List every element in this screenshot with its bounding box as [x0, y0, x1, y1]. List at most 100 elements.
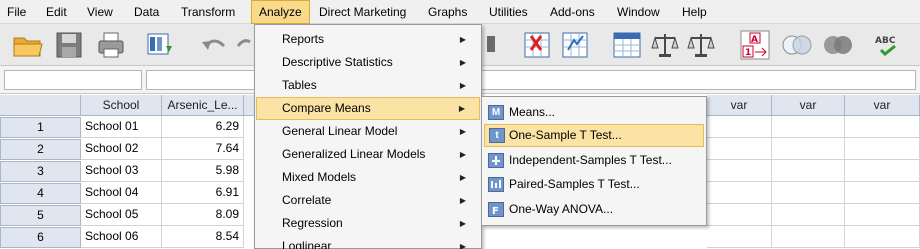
- menu-item-label: Generalized Linear Models: [282, 147, 426, 161]
- table-cell-empty[interactable]: [772, 138, 845, 160]
- spell-check-icon[interactable]: ABC: [873, 30, 903, 60]
- table-cell-arsenic[interactable]: 5.98: [162, 160, 244, 182]
- table-cell-empty[interactable]: [772, 160, 845, 182]
- menu-item-descriptive-statistics[interactable]: Descriptive Statistics ▶: [256, 51, 480, 74]
- menu-item-reports[interactable]: Reports ▶: [256, 28, 480, 51]
- menu-item-independent-samples-t-test[interactable]: Independent-Samples T Test...: [484, 149, 704, 172]
- table-cell-empty[interactable]: [845, 138, 920, 160]
- menu-item-tables[interactable]: Tables ▶: [256, 74, 480, 97]
- menu-help[interactable]: Help: [675, 0, 714, 24]
- value-labels-icon[interactable]: A1: [740, 30, 770, 60]
- row-header[interactable]: 4: [0, 183, 81, 204]
- table-cell-arsenic[interactable]: 8.09: [162, 204, 244, 226]
- menu-item-compare-means[interactable]: Compare Means ▶: [256, 97, 480, 120]
- submenu-arrow-icon: ▶: [459, 150, 466, 159]
- submenu-arrow-icon: ▶: [459, 196, 466, 205]
- menu-window[interactable]: Window: [610, 0, 667, 24]
- table-cell-school[interactable]: School 01: [81, 116, 162, 138]
- menu-item-means[interactable]: M Means...: [484, 101, 704, 124]
- svg-text:ABC: ABC: [875, 36, 896, 46]
- table-cell-empty[interactable]: [772, 204, 845, 226]
- table-cell-empty[interactable]: [845, 160, 920, 182]
- table-cell-empty[interactable]: [707, 226, 772, 248]
- table-cell-school[interactable]: School 03: [81, 160, 162, 182]
- row-header[interactable]: 1: [0, 117, 81, 138]
- save-icon[interactable]: [54, 30, 84, 60]
- row-header[interactable]: 5: [0, 205, 81, 226]
- undo-icon[interactable]: [198, 30, 228, 60]
- table-cell-school[interactable]: School 04: [81, 182, 162, 204]
- table-cell-school[interactable]: School 05: [81, 204, 162, 226]
- print-icon[interactable]: [96, 30, 126, 60]
- svg-text:1: 1: [745, 48, 751, 58]
- table-cell-arsenic[interactable]: 6.91: [162, 182, 244, 204]
- anova-icon: F: [488, 202, 504, 217]
- menu-item-mixed-models[interactable]: Mixed Models ▶: [256, 166, 480, 189]
- menu-item-loglinear[interactable]: Loglinear ▶: [256, 235, 480, 249]
- table-cell-empty[interactable]: [772, 226, 845, 248]
- menu-item-label: General Linear Model: [282, 124, 398, 138]
- menu-file[interactable]: File: [0, 0, 33, 24]
- menu-item-label: Paired-Samples T Test...: [509, 177, 640, 191]
- table-cell-arsenic[interactable]: 6.29: [162, 116, 244, 138]
- row-header[interactable]: 2: [0, 139, 81, 160]
- column-header-school[interactable]: School: [81, 95, 162, 116]
- column-header-var[interactable]: var: [845, 95, 920, 116]
- table-cell-empty[interactable]: [772, 116, 845, 138]
- menu-analyze[interactable]: Analyze: [251, 0, 310, 24]
- submenu-arrow-icon: ▶: [459, 219, 466, 228]
- recall-dialog-icon[interactable]: [146, 30, 176, 60]
- menu-item-label: Correlate: [282, 193, 332, 207]
- menu-utilities[interactable]: Utilities: [482, 0, 535, 24]
- table-cell-empty[interactable]: [707, 160, 772, 182]
- table-cell-empty[interactable]: [845, 226, 920, 248]
- table-cell-empty[interactable]: [707, 138, 772, 160]
- table-cell-school[interactable]: School 02: [81, 138, 162, 160]
- table-cell-empty[interactable]: [845, 116, 920, 138]
- column-header-var[interactable]: var: [772, 95, 845, 116]
- use-sets-icon[interactable]: [781, 30, 812, 60]
- column-header-arsenic[interactable]: Arsenic_Le...: [162, 95, 244, 116]
- table-cell-empty[interactable]: [707, 182, 772, 204]
- t-test-icon: t: [489, 128, 505, 143]
- split-file-icon[interactable]: [650, 30, 680, 60]
- menu-item-one-sample-t-test[interactable]: t One-Sample T Test...: [484, 124, 704, 147]
- menu-view[interactable]: View: [80, 0, 120, 24]
- menu-edit[interactable]: Edit: [39, 0, 74, 24]
- table-cell-arsenic[interactable]: 7.64: [162, 138, 244, 160]
- menu-add-ons[interactable]: Add-ons: [543, 0, 602, 24]
- menu-item-regression[interactable]: Regression ▶: [256, 212, 480, 235]
- cell-reference-field[interactable]: [4, 70, 142, 90]
- column-header-var[interactable]: var: [707, 95, 772, 116]
- row-header[interactable]: 3: [0, 161, 81, 182]
- table-cell-arsenic[interactable]: 8.54: [162, 226, 244, 248]
- menu-direct-marketing[interactable]: Direct Marketing: [312, 0, 413, 24]
- menu-item-label: Descriptive Statistics: [282, 55, 393, 69]
- menu-item-label: One-Way ANOVA...: [509, 202, 614, 216]
- table-cell-empty[interactable]: [845, 182, 920, 204]
- insert-cases-icon[interactable]: [560, 30, 590, 60]
- means-icon: M: [488, 105, 504, 120]
- goto-case-icon[interactable]: [485, 30, 515, 60]
- menu-graphs[interactable]: Graphs: [421, 0, 474, 24]
- open-folder-icon[interactable]: [12, 30, 43, 60]
- menu-data[interactable]: Data: [127, 0, 166, 24]
- menu-item-one-way-anova[interactable]: F One-Way ANOVA...: [484, 198, 704, 221]
- weight-cases-icon[interactable]: [686, 30, 716, 60]
- row-header[interactable]: 6: [0, 227, 81, 248]
- corner-header[interactable]: [0, 95, 81, 116]
- table-cell-empty[interactable]: [707, 204, 772, 226]
- menu-item-general-linear-model[interactable]: General Linear Model ▶: [256, 120, 480, 143]
- menu-item-generalized-linear-models[interactable]: Generalized Linear Models ▶: [256, 143, 480, 166]
- menu-transform[interactable]: Transform: [174, 0, 242, 24]
- table-cell-empty[interactable]: [707, 116, 772, 138]
- insert-variable-icon[interactable]: [612, 30, 642, 60]
- svg-text:F: F: [492, 206, 499, 216]
- menu-item-correlate[interactable]: Correlate ▶: [256, 189, 480, 212]
- find-icon[interactable]: [522, 30, 552, 60]
- show-all-icon[interactable]: [822, 30, 852, 60]
- menu-item-paired-samples-t-test[interactable]: Paired-Samples T Test...: [484, 173, 704, 196]
- table-cell-empty[interactable]: [772, 182, 845, 204]
- table-cell-empty[interactable]: [845, 204, 920, 226]
- table-cell-school[interactable]: School 06: [81, 226, 162, 248]
